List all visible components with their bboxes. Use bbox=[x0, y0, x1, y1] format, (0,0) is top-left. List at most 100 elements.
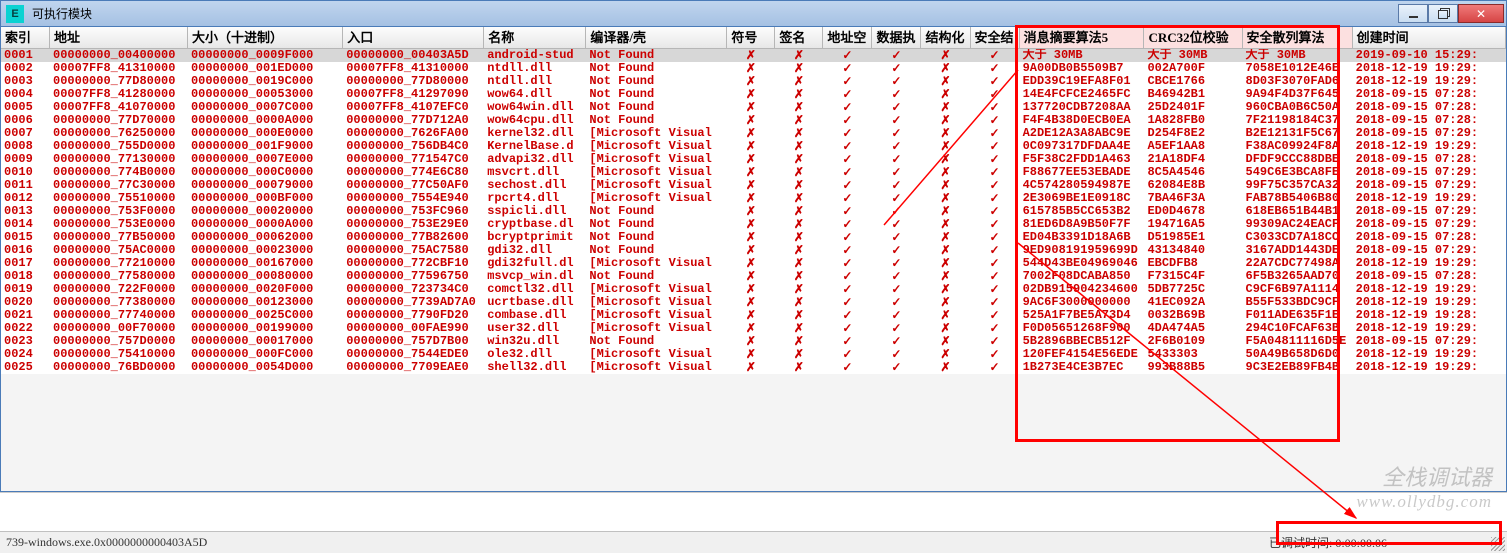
table-row[interactable]: 002100000000_7774000000000000_0025C00000… bbox=[1, 309, 1506, 322]
cell: ✓ bbox=[872, 244, 921, 257]
cell: [Microsoft Visual bbox=[586, 153, 727, 166]
col-header[interactable]: 数据执 bbox=[872, 27, 921, 49]
table-row[interactable]: 001500000000_77B5000000000000_0006200000… bbox=[1, 231, 1506, 244]
window-icon: E bbox=[6, 5, 24, 23]
col-header[interactable]: 结构化 bbox=[921, 27, 970, 49]
cell: 2018-12-19 19:28: bbox=[1353, 309, 1506, 322]
table-row[interactable]: 001900000000_722F000000000000_0020F00000… bbox=[1, 283, 1506, 296]
table-row[interactable]: 001400000000_753E000000000000_0000A00000… bbox=[1, 218, 1506, 231]
table-row[interactable]: 002200000000_00F7000000000000_0019900000… bbox=[1, 322, 1506, 335]
table-row[interactable]: 002500000000_76BD000000000000_0054D00000… bbox=[1, 361, 1506, 374]
grid-viewport[interactable]: 索引地址大小（十进制）入口名称编译器/壳符号签名地址空数据执结构化安全结消息摘要… bbox=[1, 27, 1506, 491]
col-header[interactable]: 安全结 bbox=[971, 27, 1020, 49]
col-header[interactable]: 编译器/壳 bbox=[586, 27, 727, 49]
table-row[interactable]: 000300000000_77D8000000000000_0019C00000… bbox=[1, 75, 1506, 88]
cell: F38AC09924F8A bbox=[1243, 140, 1353, 153]
col-header[interactable]: 符号 bbox=[727, 27, 775, 49]
cell: 9A00DB0B5509B7 bbox=[1020, 62, 1145, 75]
cell: 大于 30MB bbox=[1020, 49, 1145, 62]
cell: F5A04811116D5E bbox=[1243, 335, 1353, 348]
cell: 993B88B5 bbox=[1144, 361, 1242, 374]
table-row[interactable]: 002000000000_7738000000000000_0012300000… bbox=[1, 296, 1506, 309]
table-row[interactable]: 001100000000_77C3000000000000_0007900000… bbox=[1, 179, 1506, 192]
cell: ✓ bbox=[823, 283, 872, 296]
table-row[interactable]: 000200007FF8_4131000000000000_001ED00000… bbox=[1, 62, 1506, 75]
cell: 大于 30MB bbox=[1144, 49, 1242, 62]
titlebar[interactable]: E 可执行模块 ✕ bbox=[1, 1, 1506, 27]
table-header[interactable]: 索引地址大小（十进制）入口名称编译器/壳符号签名地址空数据执结构化安全结消息摘要… bbox=[1, 27, 1506, 49]
table-row[interactable]: 001300000000_753F000000000000_0002000000… bbox=[1, 205, 1506, 218]
cell: 00000000_753F0000 bbox=[50, 205, 188, 218]
col-header[interactable]: 入口 bbox=[343, 27, 484, 49]
cell: Not Found bbox=[586, 205, 727, 218]
col-header[interactable]: 名称 bbox=[484, 27, 586, 49]
table-row[interactable]: 001800000000_7758000000000000_0008000000… bbox=[1, 270, 1506, 283]
cell: 7BA46F3A bbox=[1144, 192, 1242, 205]
cell: ✓ bbox=[823, 244, 872, 257]
table-row[interactable]: 000100000000_0040000000000000_0009F00000… bbox=[1, 49, 1506, 62]
table-row[interactable]: 000900000000_7713000000000000_0007E00000… bbox=[1, 153, 1506, 166]
col-header[interactable]: CRC32位校验 bbox=[1144, 27, 1242, 49]
cell: 00007FF8_41310000 bbox=[50, 62, 188, 75]
cell: 00000000_77130000 bbox=[50, 153, 188, 166]
cell: B46942B1 bbox=[1144, 88, 1242, 101]
status-left: 739-windows.exe.0x0000000000403A5D bbox=[0, 535, 213, 550]
cell: ✓ bbox=[971, 348, 1020, 361]
col-header[interactable]: 创建时间 bbox=[1353, 27, 1506, 49]
table-row[interactable]: 001000000000_774B000000000000_000C000000… bbox=[1, 166, 1506, 179]
cell: ✗ bbox=[775, 140, 823, 153]
table-row[interactable]: 000800000000_755D000000000000_001F900000… bbox=[1, 140, 1506, 153]
cell: EBCDFB8 bbox=[1144, 257, 1242, 270]
cell: 4C574280594987E bbox=[1020, 179, 1145, 192]
table-row[interactable]: 000400007FF8_4128000000000000_0005300000… bbox=[1, 88, 1506, 101]
cell: ✓ bbox=[872, 231, 921, 244]
table-row[interactable]: 002300000000_757D000000000000_0001700000… bbox=[1, 335, 1506, 348]
cell: 0019 bbox=[1, 283, 50, 296]
col-header[interactable]: 消息摘要算法5 bbox=[1020, 27, 1145, 49]
cell: 0011 bbox=[1, 179, 50, 192]
col-header[interactable]: 签名 bbox=[775, 27, 823, 49]
cell: ✓ bbox=[872, 296, 921, 309]
table-row[interactable]: 000500007FF8_4107000000000000_0007C00000… bbox=[1, 101, 1506, 114]
col-header[interactable]: 地址空 bbox=[823, 27, 872, 49]
table-row[interactable]: 001700000000_7721000000000000_0016700000… bbox=[1, 257, 1506, 270]
cell: sechost.dll bbox=[484, 179, 586, 192]
cell: ✗ bbox=[727, 127, 775, 140]
table-row[interactable]: 002400000000_7541000000000000_000FC00000… bbox=[1, 348, 1506, 361]
cell: Not Found bbox=[586, 75, 727, 88]
col-header[interactable]: 索引 bbox=[1, 27, 50, 49]
cell: 2F6B0109 bbox=[1144, 335, 1242, 348]
cell: 0004 bbox=[1, 88, 50, 101]
cell: 0010 bbox=[1, 166, 50, 179]
cell: Not Found bbox=[586, 62, 727, 75]
close-button[interactable]: ✕ bbox=[1458, 4, 1504, 23]
restore-button[interactable] bbox=[1428, 4, 1458, 23]
col-header[interactable]: 地址 bbox=[50, 27, 188, 49]
table-row[interactable]: 001200000000_7551000000000000_000BF00000… bbox=[1, 192, 1506, 205]
cell: 00000000_00FAE990 bbox=[343, 322, 484, 335]
table-row[interactable]: 000600000000_77D7000000000000_0000A00000… bbox=[1, 114, 1506, 127]
cell: ✓ bbox=[872, 205, 921, 218]
cell: 81ED6D8A9B50F7F bbox=[1020, 218, 1145, 231]
cell: 2018-09-15 07:29: bbox=[1353, 205, 1506, 218]
cell: ✗ bbox=[921, 296, 970, 309]
col-header[interactable]: 安全散列算法 bbox=[1243, 27, 1353, 49]
cell: 2018-09-15 07:28: bbox=[1353, 101, 1506, 114]
minimize-button[interactable] bbox=[1398, 4, 1428, 23]
cell: 00000000_00080000 bbox=[188, 270, 343, 283]
col-header[interactable]: 大小（十进制） bbox=[188, 27, 343, 49]
cell: ✗ bbox=[775, 361, 823, 374]
cell: ✗ bbox=[775, 283, 823, 296]
cell: 00000000_001ED000 bbox=[188, 62, 343, 75]
cell: 0017 bbox=[1, 257, 50, 270]
cell: ✗ bbox=[727, 335, 775, 348]
cell: ✓ bbox=[872, 101, 921, 114]
cell: comctl32.dll bbox=[484, 283, 586, 296]
cell: ✓ bbox=[971, 335, 1020, 348]
cell: 00000000_77B82600 bbox=[343, 231, 484, 244]
table-row[interactable]: 000700000000_7625000000000000_000E000000… bbox=[1, 127, 1506, 140]
resize-grip[interactable] bbox=[1491, 537, 1505, 551]
cell: 0032B69B bbox=[1144, 309, 1242, 322]
table-row[interactable]: 001600000000_75AC000000000000_0002300000… bbox=[1, 244, 1506, 257]
cell: wow64.dll bbox=[484, 88, 586, 101]
